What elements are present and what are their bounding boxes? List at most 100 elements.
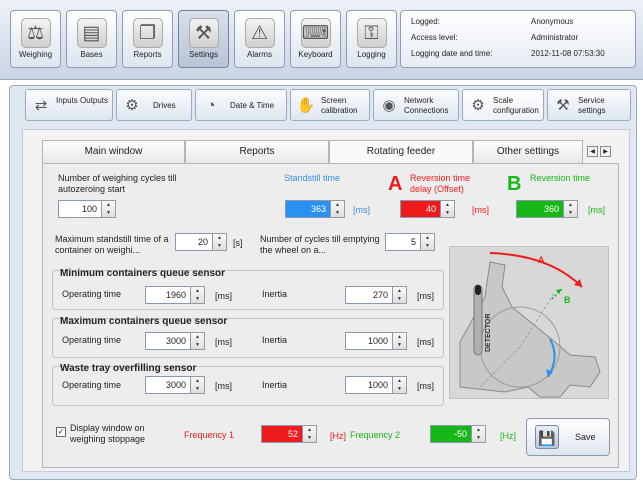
arrow-down-icon[interactable]: ▼ bbox=[397, 386, 402, 392]
standstill-time-stepper[interactable]: 363 ▲ ▼ bbox=[285, 200, 345, 218]
arrow-up-icon[interactable]: ▲ bbox=[335, 202, 340, 208]
cycles-empty-value[interactable]: 5 bbox=[385, 233, 421, 251]
reversion-time-value[interactable]: 360 bbox=[516, 200, 564, 218]
arrow-up-icon[interactable]: ▲ bbox=[195, 288, 200, 294]
logging-button[interactable]: ⚿ Logging bbox=[346, 10, 397, 68]
weighing-button[interactable]: ⚖ Weighing bbox=[10, 10, 61, 68]
diagram-label-a: A bbox=[538, 255, 545, 265]
tab-scroll-left-button[interactable]: ◀ bbox=[587, 146, 598, 157]
min-queue-operating-time-value[interactable]: 1960 bbox=[145, 286, 191, 304]
waste-tray-operating-time-stepper[interactable]: 3000 ▲ ▼ bbox=[145, 376, 205, 394]
key-icon: ⚿ bbox=[356, 18, 387, 48]
waste-tray-operating-time-value[interactable]: 3000 bbox=[145, 376, 191, 394]
arrow-down-icon[interactable]: ▼ bbox=[195, 386, 200, 392]
stepper-arrows[interactable]: ▲ ▼ bbox=[393, 376, 407, 394]
max-queue-operating-time-value[interactable]: 3000 bbox=[145, 332, 191, 350]
frequency-1-stepper[interactable]: 52 ▲ ▼ bbox=[261, 425, 317, 443]
category-scale-configuration[interactable]: ⚙ Scale configuration bbox=[462, 89, 544, 121]
min-queue-operating-time-stepper[interactable]: 1960 ▲ ▼ bbox=[145, 286, 205, 304]
arrow-up-icon[interactable]: ▲ bbox=[568, 202, 573, 208]
min-queue-inertia-stepper[interactable]: 270 ▲ ▼ bbox=[345, 286, 407, 304]
frequency-1-value[interactable]: 52 bbox=[261, 425, 303, 443]
arrow-down-icon[interactable]: ▼ bbox=[195, 296, 200, 302]
category-network-connections[interactable]: ◉ Network Connections bbox=[373, 89, 459, 121]
category-screen-calibration[interactable]: ✋ Screen calibration bbox=[290, 89, 370, 121]
category-label: Scale configuration bbox=[493, 96, 539, 115]
max-standstill-value[interactable]: 20 bbox=[175, 233, 213, 251]
reversion-delay-stepper[interactable]: 40 ▲ ▼ bbox=[400, 200, 455, 218]
stepper-arrows[interactable]: ▲ ▼ bbox=[303, 425, 317, 443]
stepper-arrows[interactable]: ▲ ▼ bbox=[393, 332, 407, 350]
arrow-down-icon[interactable]: ▼ bbox=[425, 243, 430, 249]
max-standstill-unit: [s] bbox=[233, 238, 243, 248]
arrow-up-icon[interactable]: ▲ bbox=[307, 427, 312, 433]
operating-time-unit: [ms] bbox=[215, 291, 232, 301]
arrow-down-icon[interactable]: ▼ bbox=[335, 210, 340, 216]
autozero-value[interactable]: 100 bbox=[58, 200, 102, 218]
cycles-empty-stepper[interactable]: 5 ▲ ▼ bbox=[385, 233, 435, 251]
category-inputs-outputs[interactable]: ⇄ Inputs Outputs bbox=[25, 89, 113, 121]
frequency-1-label: Frequency 1 bbox=[184, 430, 235, 440]
max-queue-inertia-stepper[interactable]: 1000 ▲ ▼ bbox=[345, 332, 407, 350]
arrow-up-icon[interactable]: ▲ bbox=[397, 334, 402, 340]
max-standstill-stepper[interactable]: 20 ▲ ▼ bbox=[175, 233, 227, 251]
stepper-arrows[interactable]: ▲ ▼ bbox=[191, 286, 205, 304]
arrow-down-icon[interactable]: ▼ bbox=[397, 342, 402, 348]
category-drives[interactable]: ⚙ Drives bbox=[116, 89, 192, 121]
reports-button[interactable]: ❐ Reports bbox=[122, 10, 173, 68]
arrow-up-icon[interactable]: ▲ bbox=[106, 202, 111, 208]
keyboard-button[interactable]: ⌨ Keyboard bbox=[290, 10, 341, 68]
stepper-arrows[interactable]: ▲ ▼ bbox=[191, 332, 205, 350]
tab-scroll-right-button[interactable]: ▶ bbox=[600, 146, 611, 157]
stepper-arrows[interactable]: ▲ ▼ bbox=[331, 200, 345, 218]
stepper-arrows[interactable]: ▲ ▼ bbox=[472, 425, 486, 443]
frequency-2-stepper[interactable]: -50 ▲ ▼ bbox=[430, 425, 486, 443]
arrow-up-icon[interactable]: ▲ bbox=[195, 334, 200, 340]
standstill-time-value[interactable]: 363 bbox=[285, 200, 331, 218]
category-date-time[interactable]: ◔ Date & Time bbox=[195, 89, 287, 121]
arrow-up-icon[interactable]: ▲ bbox=[397, 378, 402, 384]
tab-reports[interactable]: Reports bbox=[185, 140, 329, 163]
reversion-delay-value[interactable]: 40 bbox=[400, 200, 441, 218]
arrow-down-icon[interactable]: ▼ bbox=[307, 435, 312, 441]
arrow-up-icon[interactable]: ▲ bbox=[195, 378, 200, 384]
reversion-time-stepper[interactable]: 360 ▲ ▼ bbox=[516, 200, 578, 218]
tab-rotating-feeder[interactable]: Rotating feeder bbox=[329, 140, 473, 164]
stepper-arrows[interactable]: ▲ ▼ bbox=[564, 200, 578, 218]
min-queue-inertia-value[interactable]: 270 bbox=[345, 286, 393, 304]
waste-tray-inertia-stepper[interactable]: 1000 ▲ ▼ bbox=[345, 376, 407, 394]
feeder-diagram-svg: A B DETECTOR bbox=[459, 252, 601, 398]
arrow-down-icon[interactable]: ▼ bbox=[195, 342, 200, 348]
stepper-arrows[interactable]: ▲ ▼ bbox=[393, 286, 407, 304]
arrow-down-icon[interactable]: ▼ bbox=[106, 210, 111, 216]
stepper-arrows[interactable]: ▲ ▼ bbox=[213, 233, 227, 251]
arrow-down-icon[interactable]: ▼ bbox=[397, 296, 402, 302]
max-queue-operating-time-stepper[interactable]: 3000 ▲ ▼ bbox=[145, 332, 205, 350]
bases-button[interactable]: ▤ Bases bbox=[66, 10, 117, 68]
alarms-button[interactable]: ⚠ Alarms bbox=[234, 10, 285, 68]
arrow-up-icon[interactable]: ▲ bbox=[397, 288, 402, 294]
arrow-up-icon[interactable]: ▲ bbox=[476, 427, 481, 433]
frequency-2-value[interactable]: -50 bbox=[430, 425, 472, 443]
stepper-arrows[interactable]: ▲ ▼ bbox=[421, 233, 435, 251]
display-window-checkbox[interactable]: ✓ bbox=[56, 427, 66, 437]
max-queue-inertia-value[interactable]: 1000 bbox=[345, 332, 393, 350]
arrow-down-icon[interactable]: ▼ bbox=[217, 243, 222, 249]
stepper-arrows[interactable]: ▲ ▼ bbox=[441, 200, 455, 218]
stepper-arrows[interactable]: ▲ ▼ bbox=[191, 376, 205, 394]
arrow-up-icon[interactable]: ▲ bbox=[217, 235, 222, 241]
arrow-up-icon[interactable]: ▲ bbox=[425, 235, 430, 241]
arrow-down-icon[interactable]: ▼ bbox=[445, 210, 450, 216]
arrow-down-icon[interactable]: ▼ bbox=[476, 435, 481, 441]
waste-tray-inertia-value[interactable]: 1000 bbox=[345, 376, 393, 394]
arrow-up-icon[interactable]: ▲ bbox=[445, 202, 450, 208]
operating-time-label: Operating time bbox=[62, 289, 122, 299]
tab-main-window[interactable]: Main window bbox=[42, 140, 185, 163]
arrow-down-icon[interactable]: ▼ bbox=[568, 210, 573, 216]
autozero-stepper[interactable]: 100 ▲ ▼ bbox=[58, 200, 116, 218]
category-service-settings[interactable]: ⚒ Service settings bbox=[547, 89, 631, 121]
stepper-arrows[interactable]: ▲ ▼ bbox=[102, 200, 116, 218]
save-button[interactable]: 💾 Save bbox=[526, 418, 610, 456]
settings-button[interactable]: ⚒ Settings bbox=[178, 10, 229, 68]
tab-other-settings[interactable]: Other settings bbox=[473, 140, 583, 163]
